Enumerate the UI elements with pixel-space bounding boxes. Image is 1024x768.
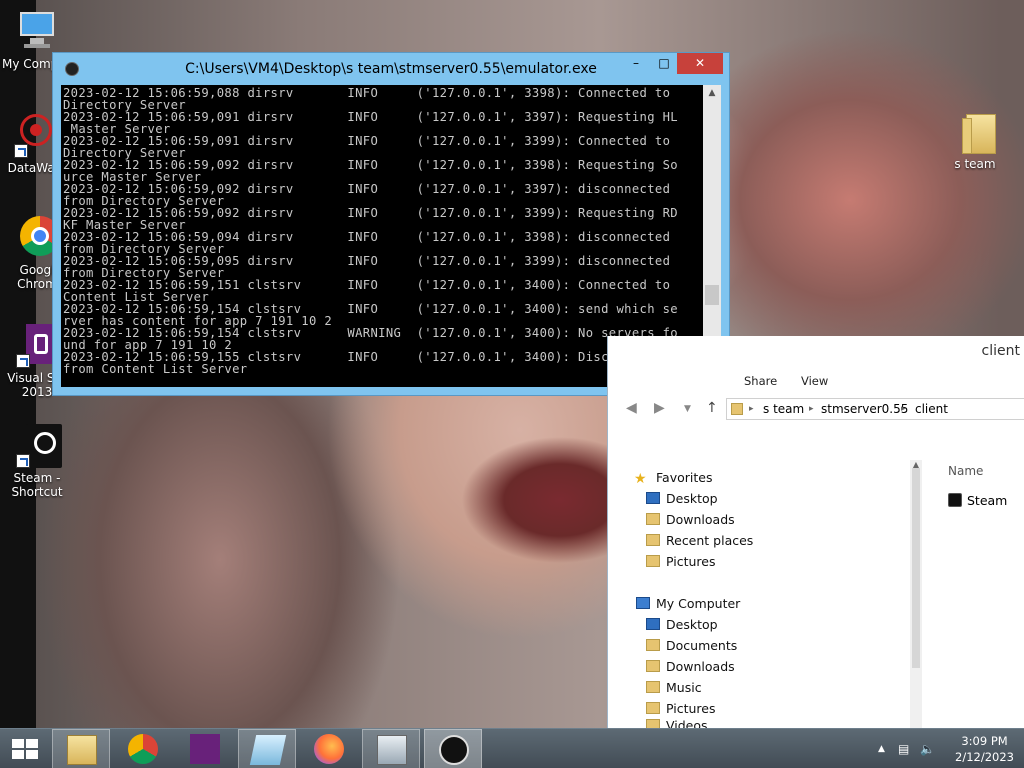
minimize-button[interactable]: – [623,53,649,74]
star-icon: ★ [634,471,647,487]
breadcrumb-item[interactable]: stmserver0.55 [821,402,908,416]
desktop-icon [646,492,660,504]
nav-pane-scrollbar[interactable]: ▲ [910,460,922,728]
chevron-right-icon[interactable]: ▸ [749,404,754,414]
chevron-right-icon[interactable]: ▸ [901,404,906,414]
pictures-folder-icon [646,555,660,567]
desktop-icon-steam[interactable]: Steam - Shortcut [2,422,72,499]
network-icon[interactable]: ▤ [898,742,909,756]
nav-label: My Computer [656,596,741,611]
taskbar-steam[interactable] [424,729,482,768]
nav-item-pictures[interactable]: Pictures [646,699,716,719]
desktop-icon-label: Steam - Shortcut [11,471,63,499]
explorer-titlebar[interactable]: client [608,336,1024,368]
taskbar-file-explorer[interactable] [52,729,110,768]
documents-folder-icon [646,639,660,651]
scroll-thumb[interactable] [912,468,920,668]
nav-item-music[interactable]: Music [646,678,702,698]
windows-icon [12,739,38,759]
nav-item-pictures[interactable]: Pictures [646,552,716,572]
desktop-icon-label: s team [954,157,996,171]
clock-date: 2/12/2023 [955,750,1014,764]
chrome-icon [128,734,158,764]
taskbar-chrome[interactable] [114,729,172,768]
console-log: 2023-02-12 15:06:59,088 dirsrv INFO ('12… [61,85,705,375]
breadcrumb-item[interactable]: client [915,402,948,416]
back-icon[interactable]: ◀ [626,400,637,416]
computer-icon [636,597,650,609]
explorer-title: client [981,343,1020,359]
nav-item-recent-places[interactable]: Recent places [646,531,753,551]
nav-label: Desktop [666,617,718,632]
nav-label: Favorites [656,470,713,485]
pictures-folder-icon [646,702,660,714]
nav-my-computer[interactable]: My Computer [636,594,740,614]
start-button[interactable] [0,729,48,768]
steam-icon [439,735,469,765]
desktop-icon-s-team-folder[interactable]: s team [940,108,1010,171]
nav-item-desktop[interactable]: Desktop [646,615,718,635]
taskbar-visual-studio[interactable] [176,729,234,768]
notepad-icon [249,735,287,765]
folder-icon [67,735,97,765]
recent-chevron-icon[interactable]: ▼ [684,404,691,414]
volume-icon[interactable]: 🔈 [920,742,935,756]
nav-label: Pictures [666,701,716,716]
column-header-name[interactable]: Name [948,464,983,478]
clock[interactable]: 3:09 PM 2/12/2023 [955,733,1014,765]
taskbar: ▲ ▤ 🔈 3:09 PM 2/12/2023 [0,728,1024,768]
desktop-icon [646,618,660,630]
forward-icon[interactable]: ▶ [654,400,665,416]
console-titlebar[interactable]: C:\Users\VM4\Desktop\s team\stmserver0.5… [53,53,729,85]
scroll-thumb[interactable] [705,285,719,305]
steam-icon [948,493,962,507]
taskbar-network-app[interactable] [362,729,420,768]
nav-label: Desktop [666,491,718,506]
show-hidden-icons-icon[interactable]: ▲ [878,744,885,754]
tab-share[interactable]: Share [744,374,777,388]
firefox-icon [314,734,344,764]
music-folder-icon [646,681,660,693]
address-bar: ◀ ▶ ▼ ↑ ▸ s team ▸ stmserver0.55 ▸ clien… [608,394,1024,424]
navigation-pane: ★ Favorites Desktop Downloads Recent plac… [608,460,908,730]
nav-item-desktop[interactable]: Desktop [646,489,718,509]
nav-label: Downloads [666,659,735,674]
nav-label: Documents [666,638,738,653]
chevron-right-icon[interactable]: ▸ [809,404,814,414]
clock-time: 3:09 PM [961,734,1008,748]
file-item[interactable]: Steam [948,492,1007,510]
nav-item-documents[interactable]: Documents [646,636,737,656]
nav-favorites[interactable]: ★ Favorites [634,468,712,488]
taskbar-notepad[interactable] [238,729,296,768]
file-name: Steam [967,493,1008,508]
downloads-folder-icon [646,513,660,525]
folder-icon [952,108,998,154]
nav-label: Recent places [666,533,754,548]
visual-studio-icon [190,734,220,764]
network-app-icon [377,735,407,765]
nav-item-downloads[interactable]: Downloads [646,510,735,530]
file-list: Name Steam [926,460,1024,728]
downloads-folder-icon [646,660,660,672]
up-arrow-icon[interactable]: ↑ [706,400,718,416]
explorer-ribbon: Share View [728,368,1024,394]
recent-places-icon [646,534,660,546]
nav-label: Music [666,680,702,695]
maximize-button[interactable]: □ [651,53,677,74]
nav-item-downloads[interactable]: Downloads [646,657,735,677]
breadcrumb-item[interactable]: s team [763,402,804,416]
scroll-up-icon[interactable]: ▲ [703,85,721,101]
nav-label: Pictures [666,554,716,569]
steam-icon [14,422,62,468]
explorer-window[interactable]: client Share View ◀ ▶ ▼ ↑ ▸ s team ▸ stm… [607,336,1024,730]
computer-icon [14,8,60,54]
address-path[interactable]: ▸ s team ▸ stmserver0.55 ▸ client [726,398,1024,420]
system-tray: ▲ ▤ 🔈 3:09 PM 2/12/2023 [864,729,1024,768]
taskbar-firefox[interactable] [300,729,358,768]
tab-view[interactable]: View [801,374,828,388]
folder-icon [731,403,743,415]
nav-label: Downloads [666,512,735,527]
close-button[interactable]: ✕ [677,53,723,74]
